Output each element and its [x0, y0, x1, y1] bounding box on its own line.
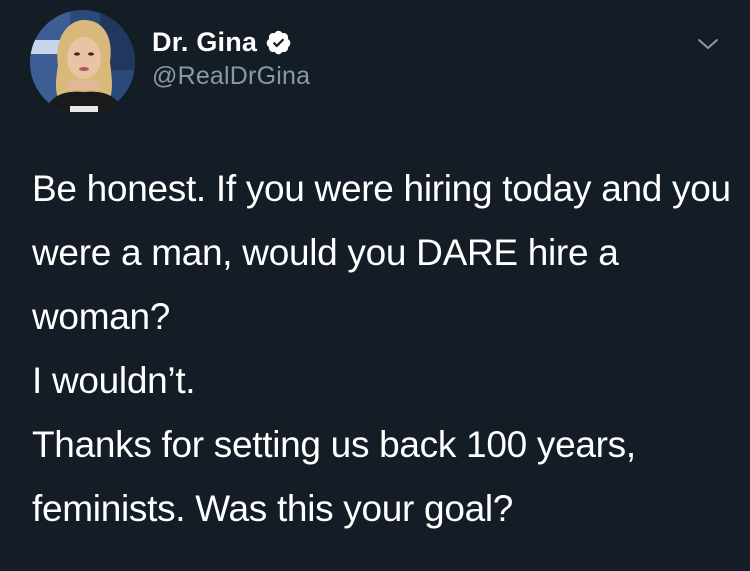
verified-badge-icon — [265, 29, 292, 56]
user-handle[interactable]: @RealDrGina — [152, 62, 310, 91]
more-options-button[interactable] — [696, 34, 720, 54]
user-info: Dr. Gina @RealDrGina — [152, 24, 310, 91]
avatar[interactable] — [30, 10, 135, 115]
chevron-down-icon — [698, 39, 718, 49]
tweet-paragraph: Thanks for setting us back 100 years, fe… — [32, 424, 636, 529]
profile-photo-image — [30, 10, 135, 115]
tweet-paragraph: Be honest. If you were hiring today and … — [32, 168, 731, 337]
tweet-card: Dr. Gina @RealDrGina Be honest. If you w… — [0, 0, 750, 571]
tweet-text: Be honest. If you were hiring today and … — [32, 157, 732, 541]
tweet-paragraph: I wouldn’t. — [32, 360, 196, 401]
display-name-row: Dr. Gina — [152, 24, 310, 60]
display-name[interactable]: Dr. Gina — [152, 27, 257, 58]
